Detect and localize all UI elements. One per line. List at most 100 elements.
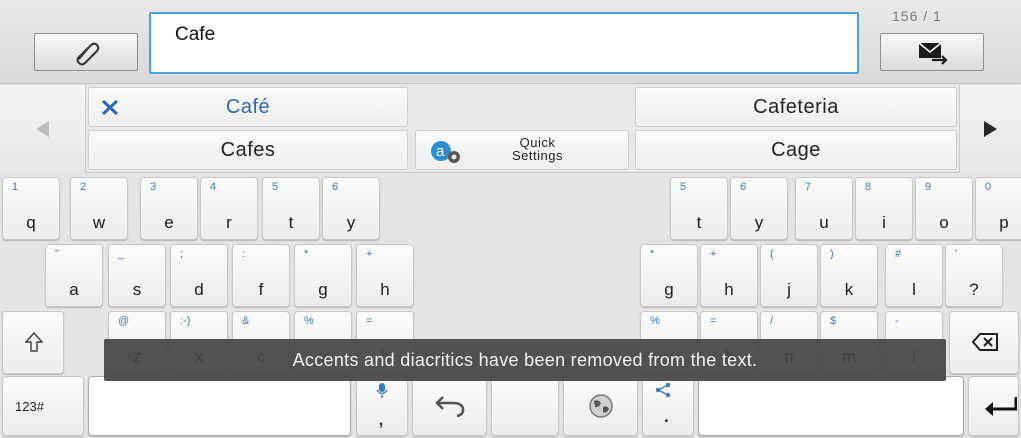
key-secondary-label: 4 <box>210 181 217 193</box>
key-row1-right-4[interactable]: 8i <box>855 177 913 240</box>
key-primary-label: p <box>999 213 1009 232</box>
language-key[interactable] <box>563 376 638 436</box>
send-message-icon <box>918 42 948 65</box>
key-secondary-label: ' <box>955 248 958 260</box>
key-secondary-label: + <box>710 248 717 260</box>
key-secondary-label: _ <box>118 248 125 260</box>
key-secondary-label: 0 <box>985 181 992 193</box>
key-row1-left-4[interactable]: 4r <box>200 177 258 240</box>
send-button[interactable] <box>880 33 984 71</box>
key-primary-label: o <box>939 213 949 232</box>
mode-switch-key[interactable]: 123# <box>2 376 84 436</box>
key-row2-left-5[interactable]: * g <box>294 244 352 307</box>
key-row2-left-6[interactable]: + h <box>356 244 414 307</box>
suggestion-right-bottom[interactable]: Cage <box>635 130 957 170</box>
toast-message: Accents and diacritics have been removed… <box>292 349 758 370</box>
key-row2-right-5[interactable]: # l <box>885 244 943 307</box>
suggestion-right-top-label: Cafeteria <box>753 95 839 118</box>
key-primary-label: j <box>787 280 791 299</box>
key-secondary-label: $ <box>830 315 837 327</box>
space-key-right[interactable] <box>698 376 964 436</box>
key-primary-label: t <box>288 213 294 232</box>
key-row1-left-1[interactable]: 1q <box>2 177 60 240</box>
undo-key[interactable] <box>412 376 487 436</box>
key-secondary-label: " <box>55 248 59 260</box>
key-primary-label: w <box>92 213 106 232</box>
key-secondary-label: * <box>304 248 309 260</box>
key-secondary-label: 2 <box>80 181 87 193</box>
key-primary-label: t <box>696 213 702 232</box>
key-row2-left-4[interactable]: :f <box>232 244 290 307</box>
key-secondary-label: % <box>304 315 314 327</box>
key-secondary-label: 3 <box>150 181 157 193</box>
enter-icon <box>985 397 1017 416</box>
key-row2-left-1[interactable]: " a <box>45 244 103 307</box>
key-row1-left-2[interactable]: 2w <box>70 177 128 240</box>
key-secondary-label: 6 <box>332 181 339 193</box>
key-row1-right-2[interactable]: 6y <box>730 177 788 240</box>
suggestion-secondary[interactable]: Cafes <box>88 130 408 170</box>
key-secondary-label: ; <box>180 248 184 260</box>
key-row2-left-3[interactable]: ; d <box>170 244 228 307</box>
quick-settings-button[interactable]: a Quick Settings <box>415 130 629 170</box>
key-row1-right-3[interactable]: 7u <box>795 177 853 240</box>
attach-button[interactable] <box>34 33 138 71</box>
comma-mic-key[interactable]: , <box>356 376 408 436</box>
comma-label: , <box>378 405 385 430</box>
suggestion-primary-label: Café <box>225 95 271 118</box>
suggestion-scroll-left-button[interactable] <box>0 85 86 173</box>
toast-notification: Accents and diacritics have been removed… <box>104 339 946 381</box>
key-primary-label: a <box>69 280 79 299</box>
key-secondary-label: 8 <box>865 181 872 193</box>
key-secondary-label: 5 <box>680 181 687 193</box>
key-primary-label: s <box>132 280 142 299</box>
composer-bar: Cafe 156 / 1 <box>0 0 1021 84</box>
key-row2-right-4[interactable]: ) k <box>820 244 878 307</box>
key-row1-right-1[interactable]: 5t <box>670 177 728 240</box>
paperclip-icon <box>76 42 100 66</box>
period-share-key[interactable]: . <box>642 376 694 436</box>
key-row1-right-5[interactable]: 9o <box>915 177 973 240</box>
share-icon <box>655 382 671 398</box>
suggestion-primary[interactable]: Café <box>88 87 408 127</box>
period-label: . <box>663 401 670 428</box>
key-row2-right-1[interactable]: * g <box>640 244 698 307</box>
key-primary-label: y <box>346 213 356 232</box>
arrow-right-icon <box>984 121 997 137</box>
key-secondary-label: % <box>650 315 660 327</box>
space-key-left[interactable] <box>88 376 351 436</box>
key-secondary-label: ( <box>770 248 774 260</box>
suggestion-scroll-right-button[interactable] <box>959 85 1021 173</box>
key-secondary-label: : <box>242 248 246 260</box>
key-primary-label: q <box>26 213 36 232</box>
key-secondary-label: = <box>366 315 373 327</box>
key-row2-right-6[interactable]: '? <box>945 244 1003 307</box>
key-secondary-label: & <box>242 315 250 327</box>
mode-switch-label: 123# <box>15 399 44 414</box>
key-row2-right-3[interactable]: (j <box>760 244 818 307</box>
key-secondary-label: :-) <box>180 315 191 327</box>
key-secondary-label: 9 <box>925 181 932 193</box>
message-input[interactable]: Cafe <box>149 12 859 74</box>
backspace-key[interactable] <box>949 311 1019 374</box>
key-primary-label: u <box>819 213 829 232</box>
suggestion-right-top[interactable]: Cafeteria <box>635 87 957 127</box>
key-primary-label: k <box>844 280 854 299</box>
enter-key[interactable] <box>968 376 1019 436</box>
key-row1-right-6[interactable]: 0p <box>975 177 1021 240</box>
key-primary-label: y <box>754 213 764 232</box>
key-primary-label: h <box>724 280 734 299</box>
key-primary-label: h <box>380 280 390 299</box>
key-secondary-label: ) <box>830 248 834 260</box>
key-primary-label: ? <box>969 280 979 299</box>
microphone-icon <box>376 383 388 398</box>
key-row1-left-3[interactable]: 3e <box>140 177 198 240</box>
key-row2-right-2[interactable]: + h <box>700 244 758 307</box>
space-key-middle[interactable] <box>491 376 559 436</box>
key-row2-left-2[interactable]: _ s <box>108 244 166 307</box>
shift-key[interactable] <box>2 311 64 374</box>
close-icon <box>101 99 119 116</box>
key-primary-label: e <box>164 213 174 232</box>
key-row1-left-6[interactable]: 6y <box>322 177 380 240</box>
key-row1-left-5[interactable]: 5t <box>262 177 320 240</box>
